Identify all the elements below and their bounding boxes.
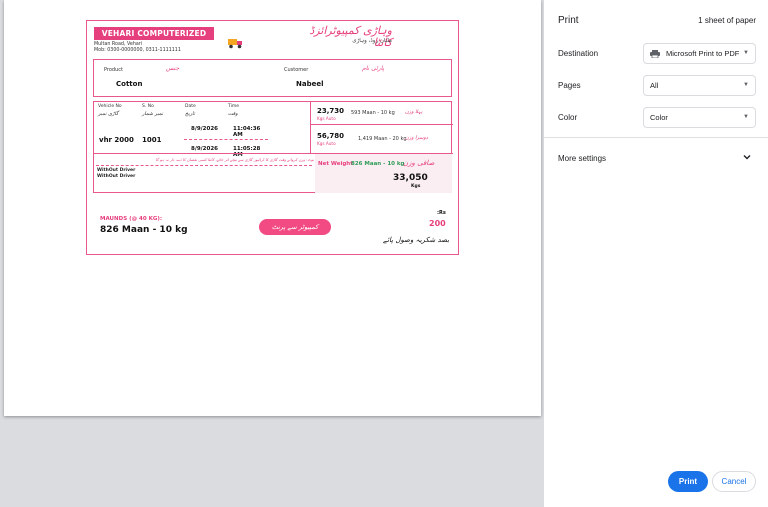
date-urdu: تاریخ [185,111,195,117]
destination-select[interactable]: Microsoft Print to PDF ▼ [643,43,756,64]
customer-value: Nabeel [296,80,324,88]
net-weight-unit: Kgs [411,184,421,189]
time-urdu: وقت [228,111,238,117]
pages-select[interactable]: All ▼ [643,75,756,96]
first-weight-unit: Kgs Auto [317,116,336,121]
color-label: Color [558,113,578,122]
maunds-label: MAUNDS (@ 40 KG): [100,216,163,222]
vehicle-no-urdu: گاڑی نمبر [98,111,119,117]
printer-icon [650,50,660,59]
destination-label: Destination [558,49,599,58]
net-weight-label: Net Weight [318,161,353,167]
first-weight-urdu: پہلا وزن [405,109,423,115]
dropdown-caret-icon: ▼ [743,114,749,120]
customer-label: Customer [284,67,309,73]
first-time: 11:04:36 AM [233,126,261,138]
dropdown-caret-icon: ▼ [743,50,749,56]
color-select[interactable]: Color ▼ [643,107,756,128]
net-weight-value: 33,050 [393,173,428,183]
customer-urdu-label: پارٹی نام [362,65,385,72]
driver-label-1: WithOut Driver [97,168,136,173]
second-weight-maan: 1,419 Maan - 20 kg [358,136,407,142]
color-value: Color [650,113,668,122]
time-header: Time [228,104,240,109]
notice-separator [96,165,312,166]
second-date: 8/9/2026 [191,146,218,152]
first-date: 8/9/2026 [191,126,218,132]
pages-value: All [650,81,659,90]
driver-label-2: WithOut Driver [97,174,136,179]
weighbridge-receipt: VEHARI COMPUTERIZED KANTA Multan Road, V… [86,20,459,255]
print-settings-panel: Print 1 sheet of paper Destination Micro… [544,0,768,507]
urdu-notice: نوٹ: وزن کرواتے وقت گاڑی کا ڈرائیور گاڑی… [155,157,314,162]
second-weight-value: 56,780 [317,132,345,140]
vehicle-info: Vehicle No S. No Date Time گاڑی نمبر نمب… [94,102,268,158]
product-urdu-label: جنس [166,65,180,72]
cancel-button[interactable]: Cancel [712,471,756,492]
pages-label: Pages [558,81,581,90]
more-settings-toggle[interactable]: More settings [558,154,606,163]
product-customer-box: Product جنس Cotton Customer پارٹی نام Na… [93,59,452,97]
company-banner: VEHARI COMPUTERIZED KANTA [94,27,214,51]
serial-no-header: S. No [142,104,154,109]
panel-divider [544,137,768,138]
first-weight-maan: 593 Maan - 10 kg [351,110,395,116]
rs-value: 200 [429,219,446,228]
company-mobile: Mob: 0300-0000000, 0311-1111111 [94,47,181,53]
serial-value: 1001 [142,136,162,144]
computer-print-badge: کمپیوٹر سے پرنٹ [259,219,331,235]
row-separator [184,139,268,140]
chevron-down-icon[interactable] [742,152,752,162]
thanks-urdu: بصد شکریہ وصول پائے [383,236,450,244]
destination-value: Microsoft Print to PDF [666,49,740,58]
second-weight-urdu: دوسرا وزن [405,135,429,141]
product-value: Cotton [116,80,143,88]
weighing-details-box: Vehicle No S. No Date Time گاڑی نمبر نمب… [93,101,453,193]
urdu-company-subtitle: ملتان روڈ، وہاڑی [352,38,392,44]
print-button[interactable]: Print [668,471,708,492]
receipt-footer: MAUNDS (@ 40 KG): 826 Maan - 10 kg کمپیو… [93,199,452,251]
maunds-value: 826 Maan - 10 kg [100,225,188,235]
panel-title: Print [558,15,579,26]
rs-label: :Rs [437,210,446,216]
sheet-count: 1 sheet of paper [698,16,756,25]
net-weight-urdu: صافی وزن [403,159,435,167]
print-preview-area: VEHARI COMPUTERIZED KANTA Multan Road, V… [0,0,544,507]
column-divider [310,102,311,154]
serial-no-urdu: نمبر شمار [142,111,164,117]
date-header: Date [185,104,196,109]
net-weight-maan: 826 Maan - 10 kg [351,161,405,167]
company-address-block: Multan Road, Vehari Mob: 0300-0000000, 0… [94,42,181,53]
urdu-company-title: وہاڑی کمپیوٹرائزڈ کانٹا [309,24,392,49]
truck-icon [228,39,242,49]
vehicle-value: vhr 2000 [99,136,134,144]
vehicle-no-header: Vehicle No [98,104,122,109]
product-label: Product [104,67,123,73]
net-weight-block: Net Weight 826 Maan - 10 kg صافی وزن 33,… [315,154,452,193]
second-weight-unit: Kgs Auto [317,141,336,146]
first-weight-value: 23,730 [317,107,345,115]
dropdown-caret-icon: ▼ [743,82,749,88]
weight-separator [310,124,453,125]
preview-page: VEHARI COMPUTERIZED KANTA Multan Road, V… [4,0,541,416]
